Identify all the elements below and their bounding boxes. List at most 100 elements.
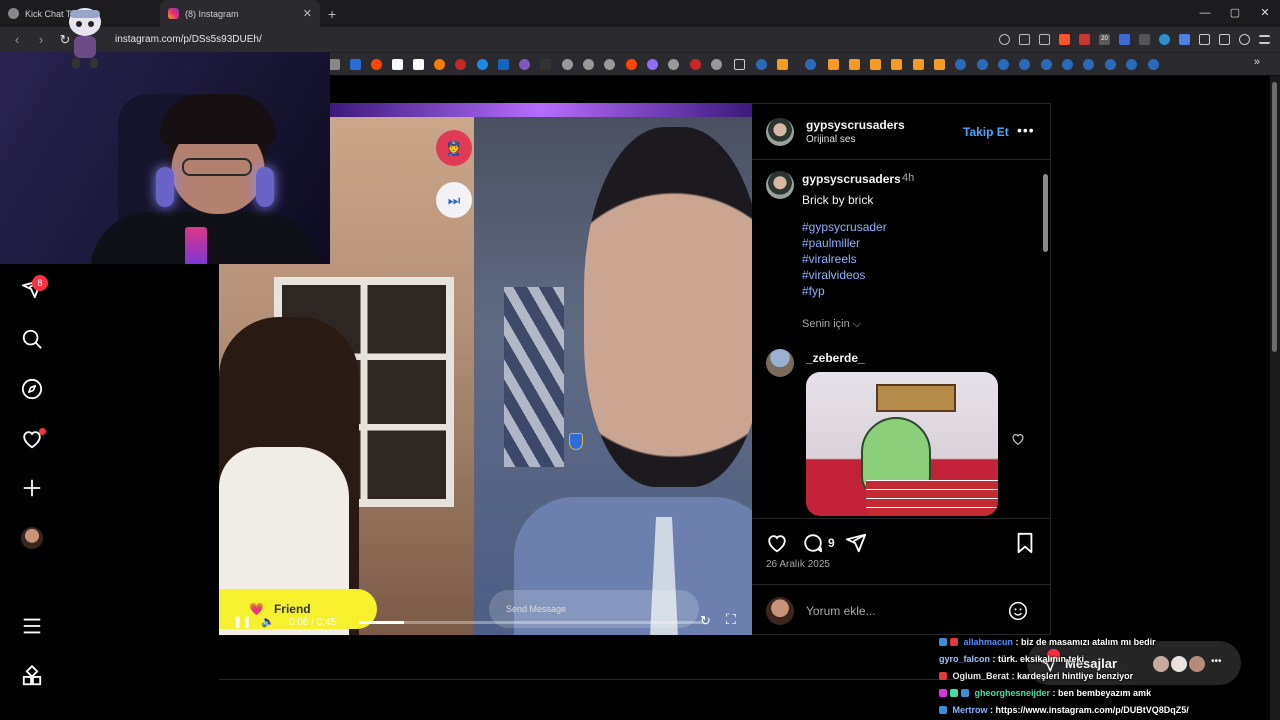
emoji-icon[interactable] — [1008, 601, 1028, 621]
brave-shield-icon[interactable] — [1059, 34, 1070, 45]
video-progress[interactable] — [359, 621, 704, 624]
bookmark-icon[interactable] — [934, 59, 945, 70]
new-tab-icon[interactable]: + — [328, 6, 336, 22]
bookmark-icon[interactable] — [540, 59, 551, 70]
zoom-icon[interactable] — [999, 34, 1010, 45]
bookmark-icon[interactable] — [870, 59, 881, 70]
pause-icon[interactable]: ❚❚ — [233, 615, 251, 628]
bookmark-icon[interactable] — [392, 59, 403, 70]
url-field[interactable]: instagram.com/p/DSs5s93DUEh/ — [115, 34, 262, 45]
bookmark-icon[interactable] — [498, 59, 509, 70]
steam-icon[interactable] — [1105, 59, 1116, 70]
like-icon[interactable] — [766, 532, 788, 554]
extension-icon[interactable] — [1159, 34, 1170, 45]
menu-icon[interactable] — [1259, 35, 1270, 44]
bookmark-icon[interactable] — [913, 59, 924, 70]
steam-icon[interactable] — [955, 59, 966, 70]
bookmark-icon[interactable] — [828, 59, 839, 70]
follow-button[interactable]: Takip Et — [963, 125, 1009, 139]
bookmark-icon[interactable] — [477, 59, 488, 70]
extension-icon[interactable] — [1119, 34, 1130, 45]
bookmark-icon[interactable] — [891, 59, 902, 70]
tab-instagram[interactable]: (8) Instagram ✕ — [160, 0, 320, 27]
extension-icon[interactable] — [1139, 34, 1150, 45]
hashtag-link[interactable]: #viralvideos — [802, 268, 865, 282]
sidebar-item-profile[interactable] — [21, 527, 43, 549]
extension-icon[interactable] — [1179, 34, 1190, 45]
author-avatar[interactable] — [766, 118, 794, 146]
extension-icon[interactable]: 20 — [1099, 34, 1110, 45]
steam-icon[interactable] — [805, 59, 816, 70]
caption-author[interactable]: gypsyscrusaders — [802, 172, 901, 186]
sidebar-item-apps[interactable] — [21, 665, 43, 687]
close-tab-icon[interactable]: ✕ — [303, 7, 312, 20]
steam-icon[interactable] — [1083, 59, 1094, 70]
replay-icon[interactable]: ↻ — [700, 613, 711, 629]
hashtag-link[interactable]: #fyp — [802, 284, 825, 298]
skip-icon[interactable]: ⏭ — [436, 182, 472, 218]
share-icon[interactable] — [1039, 34, 1050, 45]
minimize-icon[interactable]: — — [1190, 0, 1220, 27]
bookmark-icon[interactable] — [690, 59, 701, 70]
forward-icon[interactable]: › — [34, 32, 48, 47]
comment-avatar[interactable] — [766, 349, 794, 377]
bookmark-icon[interactable] — [849, 59, 860, 70]
bookmark-icon[interactable] — [434, 59, 445, 70]
comment-author[interactable]: _zeberde_ — [806, 351, 865, 365]
steam-icon[interactable] — [1019, 59, 1030, 70]
bookmark-icon[interactable] — [668, 59, 679, 70]
bookmark-icon[interactable] — [413, 59, 424, 70]
steam-icon[interactable] — [1148, 59, 1159, 70]
volume-icon[interactable]: 🔈 — [261, 615, 275, 628]
puzzle-icon[interactable] — [1199, 34, 1210, 45]
cast-icon[interactable] — [1019, 34, 1030, 45]
bookmark-icon[interactable] — [1015, 532, 1035, 554]
maximize-icon[interactable]: ▢ — [1220, 0, 1250, 27]
comment-icon[interactable] — [802, 532, 824, 554]
extension-icon[interactable] — [1079, 34, 1090, 45]
comments-scrollbar[interactable] — [1042, 162, 1050, 518]
music-icon[interactable] — [1239, 34, 1250, 45]
police-avatar-icon[interactable]: 👮 — [436, 130, 472, 166]
sidebar-icon[interactable] — [1219, 34, 1230, 45]
bookmark-icon[interactable] — [562, 59, 573, 70]
bookmark-icon[interactable] — [777, 59, 788, 70]
scrollbar-thumb[interactable] — [1272, 82, 1277, 352]
more-options-icon[interactable]: ••• — [1017, 122, 1035, 138]
back-icon[interactable]: ‹ — [10, 32, 24, 47]
steam-icon[interactable] — [1126, 59, 1137, 70]
steam-icon[interactable] — [998, 59, 1009, 70]
bookmark-icon[interactable] — [371, 59, 382, 70]
audio-label[interactable]: Orijinal ses — [806, 134, 855, 145]
bookmark-icon[interactable] — [604, 59, 615, 70]
close-window-icon[interactable]: ✕ — [1250, 0, 1280, 27]
bookmark-icon[interactable] — [583, 59, 594, 70]
bookmark-icon[interactable] — [350, 59, 361, 70]
steam-icon[interactable] — [756, 59, 767, 70]
sidebar-item-more[interactable] — [21, 615, 43, 637]
fullscreen-icon[interactable]: ⛶ — [726, 611, 736, 628]
folder-icon[interactable] — [734, 59, 745, 70]
steam-icon[interactable] — [1062, 59, 1073, 70]
bookmark-icon[interactable] — [519, 59, 530, 70]
for-you-link[interactable]: Senin için ⌵ — [802, 318, 861, 331]
caption-avatar[interactable] — [766, 171, 794, 199]
comment-input[interactable]: Yorum ekle... — [806, 604, 876, 618]
like-comment-icon[interactable] — [1011, 432, 1025, 446]
bookmark-icon[interactable] — [711, 59, 722, 70]
hashtag-link[interactable]: #viralreels — [802, 252, 857, 266]
hashtag-link[interactable]: #paulmiller — [802, 236, 860, 250]
more-bookmarks-icon[interactable]: » — [1254, 56, 1260, 68]
sidebar-item-explore[interactable] — [21, 378, 43, 400]
page-scrollbar[interactable] — [1270, 76, 1280, 720]
bookmark-icon[interactable] — [455, 59, 466, 70]
steam-icon[interactable] — [977, 59, 988, 70]
hashtag-link[interactable]: #gypsycrusader — [802, 220, 887, 234]
sidebar-item-create[interactable] — [21, 477, 43, 499]
author-name[interactable]: gypsyscrusaders — [806, 118, 905, 132]
share-icon[interactable] — [845, 532, 867, 554]
comment-gif[interactable] — [806, 372, 998, 516]
scrollbar-thumb[interactable] — [1043, 174, 1048, 252]
bookmark-icon[interactable] — [647, 59, 658, 70]
bookmark-icon[interactable] — [626, 59, 637, 70]
